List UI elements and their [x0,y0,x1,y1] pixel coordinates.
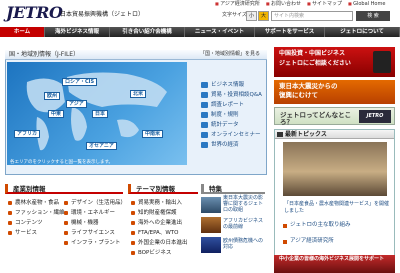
global-nav: ホーム 海外ビジネス情報 引き合い紹介会機構 ニュース・イベント サポートをサー… [0,27,400,37]
nav-home[interactable]: ホーム [0,27,45,37]
theme-item[interactable]: BOPビジネス [131,248,188,258]
top-link-sitemap[interactable]: サイトマップ [307,1,342,8]
region-africa[interactable]: アフリカ [14,130,41,138]
industry-item[interactable]: デザイン（生活用品） [64,198,126,208]
special-item[interactable]: 東日本大震災の影響に関するジェトロの取組 [201,195,265,214]
region-europe[interactable]: 欧州 [44,92,61,100]
map-link-regulations[interactable]: 制度・規則 [200,110,264,120]
map-link-seminar[interactable]: オンラインセミナー [200,130,264,140]
special-section-title: 特集 [201,184,265,194]
industry-item[interactable]: 機械・機器 [64,218,126,228]
org-name: 日本貿易振興機構（ジェトロ） [60,11,145,18]
earthquake-recovery-banner[interactable]: 東日本大震災からの 復興にむけて [274,80,395,104]
special-thumbnail [201,217,221,233]
topics-icon [277,132,283,137]
nav-support-services[interactable]: サポートをサービス [255,27,325,37]
map-instruction: 各エリアのをクリックすると国一覧を表示します。 [10,160,114,165]
region-panel-link[interactable]: 「国・地域別情報」を見る [200,51,260,58]
map-link-reports[interactable]: 調査レポート [200,100,264,110]
industry-item[interactable]: サービス [8,228,65,238]
topic-photo[interactable] [283,142,387,196]
special-list: 東日本大震災の影響に関するジェトロの取組 アフリカビジネスの最前線 欧州債務危機… [201,195,265,256]
region-link-list: ビジネス情報 貿易・投資相談Q&A 調査レポート 制度・規則 統計データ オンラ… [200,80,264,150]
font-size-large-button[interactable]: 大 [258,11,269,21]
banner-text: 東日本大震災からの [279,82,338,90]
font-size-small-button[interactable]: 小 [246,11,257,21]
industry-item[interactable]: ファッション・繊維 [8,208,65,218]
region-middle-east[interactable]: 中東 [48,110,65,118]
industry-item[interactable]: 環境・エネルギー [64,208,126,218]
jetro-logo[interactable]: JETRO [6,3,63,22]
industry-item[interactable]: インフラ・プラント [64,238,126,248]
industry-section-title: 産業別情報 [5,184,123,194]
region-russia-cis[interactable]: ロシア・CIS [62,78,98,86]
banner-text: ジェトロってどんなところ？ [280,111,352,127]
map-link-qa[interactable]: 貿易・投資相談Q&A [200,90,264,100]
latest-topics-title: 最新トピックス [275,130,394,139]
nav-news-events[interactable]: ニュース・イベント [185,27,255,37]
site-header: JETRO 日本貿易振興機構（ジェトロ） アジア経済研究所 お問い合わせ サイト… [0,0,400,27]
sme-support-banner[interactable]: 中小企業の皆様の海外ビジネス展開をサポート [274,255,395,273]
special-thumbnail [201,237,221,253]
theme-item[interactable]: 貿易実務・輸出入 [131,198,188,208]
region-japan[interactable]: 日本 [92,110,109,118]
map-link-world-economy[interactable]: 世界の経済 [200,140,264,150]
region-north-america[interactable]: 北米 [130,90,147,98]
top-utility-links: アジア経済研究所 お問い合わせ サイトマップ Global Home [215,1,385,8]
theme-item[interactable]: FTA/EPA、WTO [131,228,188,238]
special-thumbnail [201,197,221,213]
nav-overseas-business[interactable]: 海外ビジネス情報 [45,27,110,37]
china-business-banner[interactable]: 中国投資・中国ビジネス ジェトロにご相談ください [274,47,395,77]
themes-section-title: テーマ別情報 [128,184,198,194]
nav-about-jetro[interactable]: ジェトロについて [325,27,400,37]
jetro-building-image: JETRO [359,110,391,123]
theme-item[interactable]: 海外への企業進出 [131,218,188,228]
top-link-ide[interactable]: アジア経済研究所 [215,1,260,8]
banner-text: 復興にむけて [279,91,318,100]
theme-item[interactable]: 知的財産権保護 [131,208,188,218]
topic-caption[interactable]: 「日本産食品・農水産物関連サービス」を開催しました [284,201,390,214]
industry-item[interactable]: ライフサイエンス [64,228,126,238]
theme-item[interactable]: 外国企業の日本進出 [131,238,188,248]
industry-item[interactable]: コンテンツ [8,218,65,228]
phone-image [373,51,391,73]
search-button[interactable]: 検 索 [356,11,390,21]
about-jetro-banner[interactable]: ジェトロってどんなところ？ JETRO [274,107,395,127]
news-link-initiatives[interactable]: ジェトロの主な取り組み [283,222,351,229]
nav-trade-leads[interactable]: 引き合い紹介会機構 [110,27,185,37]
special-item[interactable]: 欧州債務危機への対応 [201,236,265,254]
themes-list: 貿易実務・輸出入 知的財産権保護 海外への企業進出 FTA/EPA、WTO 外国… [131,198,188,258]
map-link-statistics[interactable]: 統計データ [200,120,264,130]
font-size-label: 文字サイズ [222,12,247,18]
industry-list-col2: デザイン（生活用品） 環境・エネルギー 機械・機器 ライフサイエンス インフラ・… [64,198,126,248]
top-link-global[interactable]: Global Home [348,1,385,8]
region-asia[interactable]: アジア [66,100,87,108]
site-search-input[interactable]: サイト内検索 [271,11,353,21]
news-link-ide[interactable]: アジア経済研究所 [283,238,334,245]
industry-item[interactable]: 農林水産物・食品 [8,198,65,208]
region-oceania[interactable]: オセアニア [86,142,117,150]
industry-list-col1: 農林水産物・食品 ファッション・繊維 コンテンツ サービス [8,198,65,238]
region-latin-america[interactable]: 中南米 [142,130,164,138]
top-link-contact[interactable]: お問い合わせ [266,1,301,8]
map-link-business[interactable]: ビジネス情報 [200,80,264,90]
special-item[interactable]: アフリカビジネスの最前線 [201,216,265,234]
